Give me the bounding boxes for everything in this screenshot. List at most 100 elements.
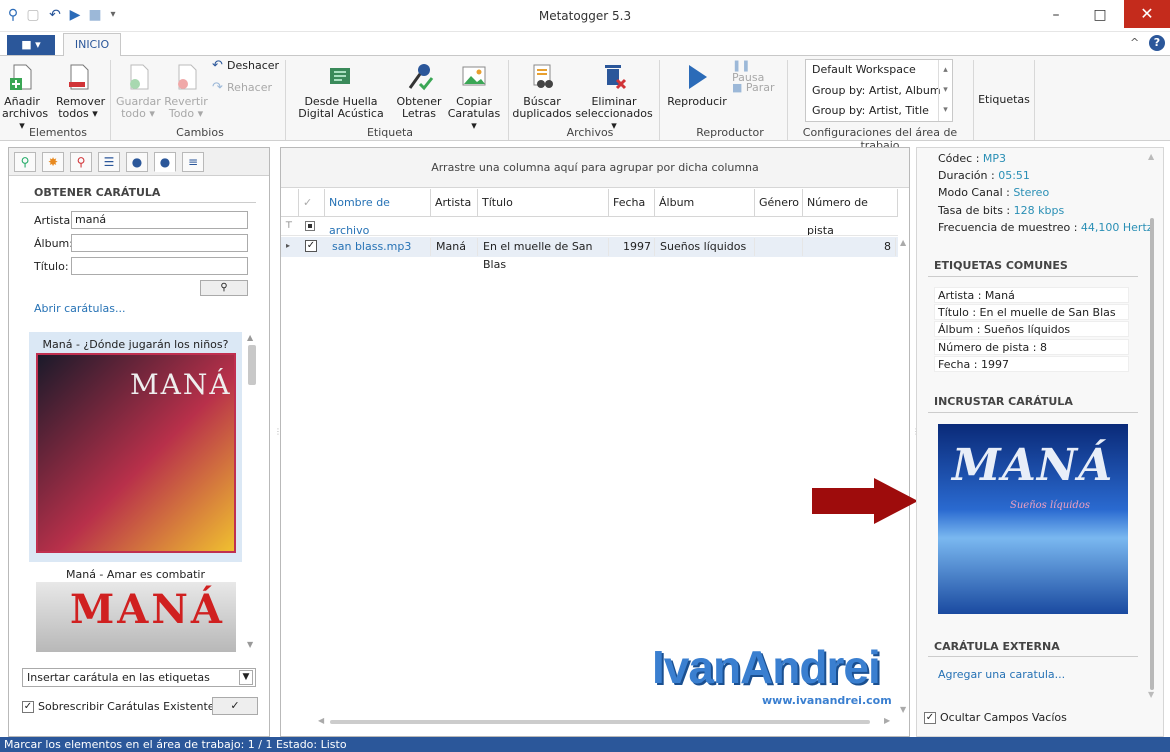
tag-date-field[interactable]: Fecha : 1997 (934, 356, 1129, 372)
red-arrow-icon (812, 478, 918, 524)
artist-label: Artista: (34, 214, 74, 227)
find-duplicates-button[interactable]: Búscar duplicados (512, 62, 572, 120)
workspace-gallery[interactable]: Default Workspace Group by: Artist, Albu… (805, 59, 953, 122)
right-scroll-down-icon[interactable]: ▼ (1148, 690, 1154, 699)
row-checkbox[interactable]: ✓ (305, 240, 317, 252)
select-all-header[interactable]: ✓ (299, 189, 325, 217)
tab-inicio[interactable]: INICIO (63, 33, 121, 57)
workspace-item[interactable]: Group by: Artist, Album (812, 84, 941, 97)
cell-track[interactable]: 8 (804, 238, 896, 256)
copy-covers-button[interactable]: Copiar Caratulas ▾ (446, 62, 502, 132)
play-button[interactable]: Reproducir (664, 62, 730, 108)
cell-date[interactable]: 1997 (610, 238, 655, 256)
undo-button[interactable]: ↶ Deshacer (212, 59, 282, 72)
title-input[interactable] (71, 257, 248, 275)
fingerprint-button[interactable]: Desde Huella Digital Acústica (288, 62, 394, 120)
tag-track-field[interactable]: Número de pista : 8 (934, 339, 1129, 355)
microphone-icon (408, 64, 434, 91)
insert-cover-value: Insertar carátula en las etiquetas (27, 671, 210, 684)
close-button[interactable]: ✕ (1124, 0, 1170, 28)
file-menu-button[interactable]: ■ ▾ (7, 35, 55, 55)
overwrite-checkbox[interactable]: ✓ (22, 701, 34, 713)
tab-list-icon[interactable]: ☰ (98, 152, 120, 172)
workspace-item[interactable]: Default Workspace (812, 63, 916, 76)
mode-value: Stereo (1013, 186, 1050, 199)
col-artist[interactable]: Artista (431, 189, 478, 217)
tag-artist-field[interactable]: Artista : Maná (934, 287, 1129, 303)
cover-list-scrollbar[interactable] (248, 345, 256, 385)
col-track[interactable]: Número de pista (803, 189, 898, 237)
bitrate-row: Tasa de bits : 128 kbps (938, 204, 1064, 217)
tab-add-icon[interactable]: ⚲ (14, 152, 36, 172)
workspace-item[interactable]: Group by: Artist, Title (812, 104, 929, 117)
codec-row: Códec : MP3 (938, 152, 1006, 165)
tab-cover-db-icon[interactable]: ● (126, 152, 148, 172)
watermark-url: www.ivanandrei.com (762, 694, 892, 707)
filter-icon: ⊤ (285, 221, 293, 231)
stop-button[interactable]: ■ Parar (732, 82, 782, 94)
grid-scroll-down-icon[interactable]: ▼ (900, 705, 906, 714)
common-tags-header: ETIQUETAS COMUNES (934, 259, 1068, 272)
collapse-ribbon-icon[interactable]: ^ (1130, 36, 1139, 49)
right-scroll-up-icon[interactable]: ▲ (1148, 152, 1154, 161)
group-elementos-label: Elementos (28, 126, 87, 139)
group-by-area[interactable]: Arrastre una columna aquí para agrupar p… (281, 148, 909, 188)
help-icon[interactable]: ? (1149, 35, 1165, 51)
tab-remove-tag-icon[interactable]: ⚲ (70, 152, 92, 172)
get-lyrics-button[interactable]: Obtener Letras (396, 62, 442, 120)
delete-selected-button[interactable]: Eliminar seleccionados ▾ (574, 62, 654, 132)
ribbon-separator (973, 60, 974, 140)
col-genre[interactable]: Género (755, 189, 803, 217)
undo-label: Deshacer (227, 59, 280, 72)
tab-tools-icon[interactable]: ✸ (42, 152, 64, 172)
open-covers-link[interactable]: Abrir carátulas... (34, 302, 125, 315)
bitrate-value: 128 kbps (1013, 204, 1065, 217)
scroll-left-icon[interactable]: ◀ (318, 716, 324, 725)
col-filename[interactable]: Nombre de archivo (325, 189, 431, 237)
insert-cover-select[interactable]: Insertar carátula en las etiquetas ▼ (22, 668, 256, 687)
col-date[interactable]: Fecha (609, 189, 655, 217)
cell-title[interactable]: En el muelle de San Blas (479, 238, 609, 271)
redo-button[interactable]: ↷ Rehacer (212, 80, 282, 95)
tab-get-cover-icon[interactable]: ● (154, 152, 176, 172)
remove-all-button[interactable]: Remover todos ▾ (56, 62, 105, 120)
revert-all-label: Revertir Todo ▾ (164, 95, 208, 120)
apply-cover-button[interactable]: ✓ (212, 697, 258, 715)
scroll-down-icon[interactable]: ▼ (247, 640, 253, 649)
add-cover-link[interactable]: Agregar una caratula... (938, 668, 1065, 681)
scroll-up-icon[interactable]: ▲ (247, 333, 253, 342)
group-reproductor-label: Reproductor (696, 126, 764, 139)
col-album[interactable]: Álbum (655, 189, 755, 217)
filter-checkbox[interactable] (305, 221, 315, 231)
cell-genre[interactable] (756, 238, 803, 256)
hide-empty-checkbox[interactable]: ✓ (924, 712, 936, 724)
get-cover-header: OBTENER CARÁTULA (34, 186, 161, 199)
cell-artist[interactable]: Maná (432, 238, 478, 256)
mode-label: Modo Canal : (938, 186, 1010, 199)
scroll-right-icon[interactable]: ▶ (884, 716, 890, 725)
tag-album-field[interactable]: Álbum : Sueños líquidos (934, 321, 1129, 337)
divider (928, 412, 1138, 413)
search-button[interactable]: ⚲ (200, 280, 248, 296)
minimize-button[interactable]: – (1036, 0, 1076, 30)
redo-icon: ↷ (212, 80, 228, 95)
revert-all-button[interactable]: Revertir Todo ▾ (164, 62, 208, 120)
save-all-button[interactable]: Guardar todo ▾ (116, 62, 161, 120)
tag-title-field[interactable]: Título : En el muelle de San Blas (934, 304, 1129, 320)
play-icon (689, 65, 707, 89)
grid-hscrollbar[interactable] (330, 720, 870, 724)
gallery-scroll[interactable]: ▴ ▾ ▾ (938, 60, 952, 121)
maximize-button[interactable]: □ (1080, 0, 1120, 30)
artist-input[interactable]: maná (71, 211, 248, 229)
image-copy-icon (462, 66, 486, 86)
grid-scroll-up-icon[interactable]: ▲ (900, 238, 906, 247)
add-files-button[interactable]: Añadir archivos ▾ (2, 62, 48, 132)
tab-lyrics-icon[interactable]: ≡ (182, 152, 204, 172)
filter-row[interactable] (281, 218, 898, 236)
album-input[interactable] (71, 234, 248, 252)
right-panel-scrollbar[interactable] (1150, 218, 1154, 690)
col-title[interactable]: Título (478, 189, 609, 217)
cell-album[interactable]: Sueños líquidos (656, 238, 755, 256)
cell-filename[interactable]: san blass.mp3 (328, 238, 431, 256)
etiquetas-button[interactable]: Etiquetas (976, 94, 1032, 106)
